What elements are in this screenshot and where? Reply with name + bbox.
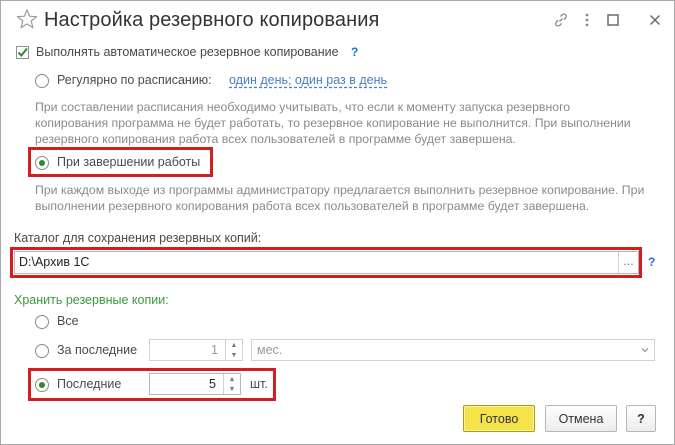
last-count-input[interactable]: 5 ▲ ▼	[149, 373, 241, 395]
browse-button[interactable]: ...	[618, 252, 638, 273]
directory-help-button[interactable]: ?	[648, 255, 655, 269]
auto-backup-checkbox[interactable]	[16, 46, 29, 59]
link-icon[interactable]	[552, 11, 570, 29]
spin-down-icon[interactable]: ▼	[226, 350, 242, 360]
window-title: Настройка резервного копирования	[44, 9, 380, 31]
keep-last-label[interactable]: Последние	[57, 377, 121, 391]
keep-period-radio[interactable]	[35, 344, 49, 358]
keep-all-label[interactable]: Все	[57, 314, 79, 328]
keep-all-radio[interactable]	[35, 315, 49, 329]
cancel-button[interactable]: Отмена	[545, 405, 617, 432]
period-count-value: 1	[211, 343, 218, 357]
spin-up-icon[interactable]: ▲	[224, 374, 240, 384]
directory-label: Каталог для сохранения резервных копий:	[14, 231, 262, 245]
spin-down-icon[interactable]: ▼	[224, 384, 240, 394]
regular-schedule-note: При составлении расписания необходимо уч…	[35, 100, 631, 146]
keep-period-label[interactable]: За последние	[57, 343, 137, 357]
done-button[interactable]: Готово	[463, 405, 535, 432]
directory-input[interactable]: D:\Архив 1С ...	[14, 251, 639, 274]
auto-backup-label[interactable]: Выполнять автоматическое резервное копир…	[36, 45, 339, 59]
favorite-star-icon[interactable]	[16, 8, 38, 30]
period-unit-select[interactable]: мес.	[251, 339, 655, 361]
radio-selected-dot	[39, 382, 45, 388]
on-exit-radio[interactable]	[35, 156, 49, 170]
last-count-unit: шт.	[250, 377, 268, 391]
chevron-down-icon[interactable]	[640, 344, 650, 359]
radio-selected-dot	[39, 160, 45, 166]
directory-value: D:\Архив 1С	[19, 255, 90, 269]
regular-schedule-label[interactable]: Регулярно по расписанию:	[57, 73, 212, 87]
more-menu-icon[interactable]	[578, 11, 596, 29]
regular-schedule-radio[interactable]	[35, 74, 49, 88]
close-icon[interactable]	[646, 11, 664, 29]
period-count-spinner[interactable]: ▲ ▼	[225, 340, 242, 360]
retention-heading: Хранить резервные копии:	[14, 293, 169, 307]
last-count-value: 5	[209, 377, 216, 391]
schedule-link[interactable]: один день; один раз в день	[229, 73, 387, 87]
auto-backup-help-button[interactable]: ?	[351, 45, 358, 59]
last-count-spinner[interactable]: ▲ ▼	[223, 374, 240, 394]
maximize-icon[interactable]	[604, 11, 622, 29]
backup-settings-window: Настройка резервного копирования Выполня…	[0, 0, 675, 445]
help-button[interactable]: ?	[626, 405, 656, 432]
on-exit-label[interactable]: При завершении работы	[57, 155, 200, 169]
on-exit-note: При каждом выходе из программы администр…	[35, 183, 645, 213]
period-unit-value: мес.	[257, 343, 283, 357]
period-count-input[interactable]: 1 ▲ ▼	[149, 339, 243, 361]
spin-up-icon[interactable]: ▲	[226, 340, 242, 350]
keep-last-radio[interactable]	[35, 378, 49, 392]
